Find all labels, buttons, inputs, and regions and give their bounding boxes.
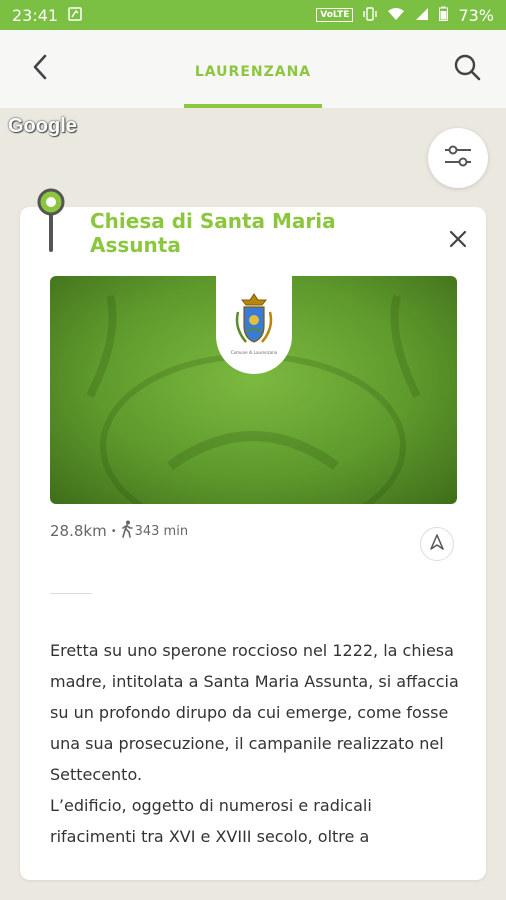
app-bar: LAURENZANA: [0, 30, 506, 108]
walk-icon: [121, 520, 133, 542]
page-title: LAURENZANA: [194, 64, 312, 80]
close-icon: [449, 230, 467, 252]
divider: [50, 593, 92, 594]
battery-percent: 73%: [458, 5, 494, 25]
distance-label: 28.8km: [50, 522, 107, 540]
search-icon: [453, 53, 481, 85]
meta-row: 28.8km • 343 min: [50, 520, 188, 542]
status-left: 23:41: [12, 6, 82, 25]
google-logo: Google: [8, 115, 77, 137]
coat-of-arms-icon: [235, 293, 273, 343]
poi-card: Chiesa di Santa Maria Assunta Comune di …: [20, 207, 486, 880]
navigation-arrow-icon: [430, 534, 444, 554]
poi-description: Eretta su uno sperone roccioso nel 1222,…: [50, 641, 459, 846]
notification-icon: [68, 6, 82, 25]
filter-button[interactable]: [428, 128, 488, 188]
wifi-icon: [387, 6, 405, 25]
volte-badge: VoLTE: [316, 8, 354, 22]
walk-time-label: 343 min: [134, 523, 189, 539]
status-right: VoLTE 73%: [316, 6, 494, 25]
crest-caption: Comune di Laurenzana: [230, 350, 278, 355]
search-button[interactable]: [450, 52, 484, 86]
vibrate-icon: [363, 6, 378, 25]
navigate-button[interactable]: [420, 527, 454, 561]
status-time: 23:41: [12, 5, 59, 25]
status-bar: 23:41 VoLTE 73%: [0, 0, 506, 30]
sliders-icon: [443, 144, 473, 172]
signal-icon: [415, 6, 429, 25]
battery-icon: [439, 6, 449, 25]
crest-tab: Comune di Laurenzana: [216, 276, 292, 374]
separator-dot: •: [110, 525, 117, 537]
poi-image[interactable]: Comune di Laurenzana: [50, 276, 457, 504]
close-button[interactable]: [444, 227, 472, 255]
poi-title: Chiesa di Santa Maria Assunta: [90, 209, 336, 257]
map-pin-icon[interactable]: [36, 188, 66, 252]
